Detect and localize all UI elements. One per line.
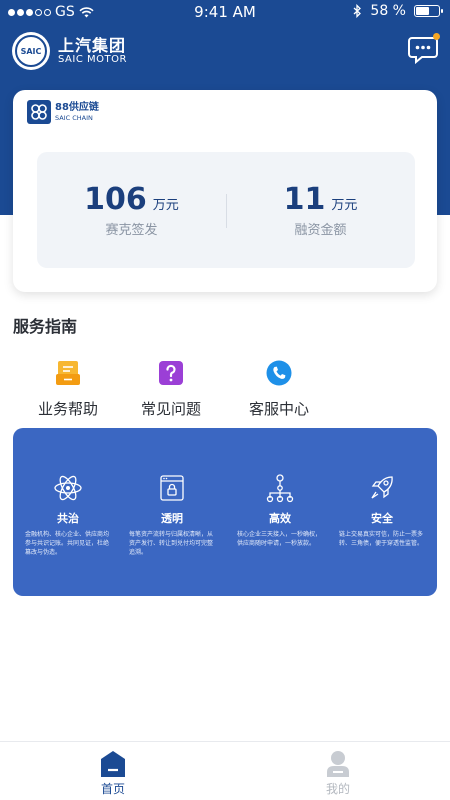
tab-profile[interactable]: 我的 bbox=[308, 750, 368, 797]
service-faq[interactable]: 常见问题 bbox=[121, 360, 221, 419]
browser-lock-icon bbox=[160, 475, 184, 501]
stat-unit: 万元 bbox=[152, 198, 179, 213]
brand-name-en: SAIC MOTOR bbox=[58, 54, 127, 66]
faq-icon bbox=[159, 361, 183, 385]
tab-label: 首页 bbox=[100, 782, 125, 796]
feature-desc: 金融机构、核心企业、供应商均参与共识记账。共同见证，杜绝篡改与伪造。 bbox=[25, 531, 110, 556]
summary-card: 88供应链 SAIC CHAIN 106 万元 赛克签发 11 万元 融资金额 bbox=[13, 90, 437, 292]
feature-desc: 核心企业三天接入，一秒确权，供应商随时申请，一秒放款。 bbox=[237, 531, 322, 547]
stat-label: 赛克签发 bbox=[105, 223, 158, 238]
feature-desc: 每笔资产流转与归属权清晰，从资产发行、转让到兑付均可完整追溯。 bbox=[129, 531, 214, 556]
user-icon bbox=[327, 751, 349, 777]
stat-value: 11 bbox=[283, 182, 326, 217]
chain-logo-en: SAIC CHAIN bbox=[55, 113, 93, 122]
feature-title: 共治 bbox=[57, 512, 79, 525]
section-title-services: 服务指南 bbox=[13, 317, 78, 336]
customer-service-icon bbox=[266, 360, 292, 386]
battery-icon bbox=[414, 5, 443, 17]
feature-title: 高效 bbox=[269, 512, 291, 525]
service-label: 业务帮助 bbox=[37, 400, 98, 418]
feature-efficiency: 高效 核心企业三天接入，一秒确权，供应商随时申请，一秒放款。 bbox=[235, 472, 325, 548]
chain-logo: 88供应链 SAIC CHAIN bbox=[27, 100, 99, 124]
battery-percent: 58 % bbox=[370, 3, 406, 19]
stat-label: 融资金额 bbox=[294, 223, 347, 238]
features-panel: 共治 金融机构、核心企业、供应商均参与共识记账。共同见证，杜绝篡改与伪造。 透明… bbox=[13, 428, 437, 596]
stats-box: 106 万元 赛克签发 11 万元 融资金额 bbox=[37, 152, 415, 268]
feature-title: 透明 bbox=[161, 512, 183, 525]
status-right: 58 % bbox=[353, 3, 443, 19]
bluetooth-icon bbox=[353, 4, 362, 18]
app-header: SAIC 上汽集团 SAIC MOTOR bbox=[0, 28, 450, 76]
tab-bar: 首页 我的 bbox=[0, 741, 450, 800]
service-label: 常见问题 bbox=[140, 400, 201, 418]
feature-transparency: 透明 每笔资产流转与归属权清晰，从资产发行、转让到兑付均可完整追溯。 bbox=[127, 472, 217, 557]
feature-co-governance: 共治 金融机构、核心企业、供应商均参与共识记账。共同见证，杜绝篡改与伪造。 bbox=[23, 472, 113, 557]
chat-bubble-icon bbox=[408, 37, 438, 65]
rocket-icon bbox=[371, 476, 393, 499]
stat-issued[interactable]: 106 万元 赛克签发 bbox=[37, 182, 226, 238]
atom-icon bbox=[54, 475, 82, 501]
service-label: 客服中心 bbox=[248, 400, 309, 418]
brand: SAIC 上汽集团 SAIC MOTOR bbox=[12, 32, 127, 70]
status-bar: GS 9:41 AM 58 % bbox=[0, 0, 450, 24]
service-business-help[interactable]: 业务帮助 bbox=[18, 360, 118, 419]
feature-desc: 链上交易真实可信，防止一票多转、三角债，便于穿透性监管。 bbox=[339, 531, 424, 547]
network-icon bbox=[266, 474, 294, 503]
feature-security: 安全 链上交易真实可信，防止一票多转、三角债，便于穿透性监管。 bbox=[337, 472, 427, 548]
stat-unit: 万元 bbox=[331, 198, 358, 213]
saic-logo-text: SAIC bbox=[15, 35, 47, 67]
brand-text: 上汽集团 SAIC MOTOR bbox=[58, 37, 127, 66]
chain-logo-cn: 88供应链 bbox=[55, 101, 99, 113]
brand-name-cn: 上汽集团 bbox=[58, 35, 127, 55]
saic-logo: SAIC bbox=[12, 32, 50, 70]
tab-label: 我的 bbox=[325, 782, 350, 796]
chain-logo-icon bbox=[27, 100, 51, 124]
notification-dot bbox=[433, 33, 440, 40]
home-icon bbox=[101, 751, 125, 777]
battery-level bbox=[416, 7, 429, 15]
messages-button[interactable] bbox=[408, 33, 440, 65]
chain-logo-text: 88供应链 SAIC CHAIN bbox=[55, 101, 99, 122]
feature-title: 安全 bbox=[371, 512, 393, 525]
tab-home[interactable]: 首页 bbox=[83, 750, 143, 797]
stat-value: 106 bbox=[84, 182, 147, 217]
service-customer-center[interactable]: 客服中心 bbox=[229, 360, 329, 419]
stat-financing[interactable]: 11 万元 融资金额 bbox=[226, 182, 415, 238]
business-help-icon bbox=[56, 361, 80, 385]
